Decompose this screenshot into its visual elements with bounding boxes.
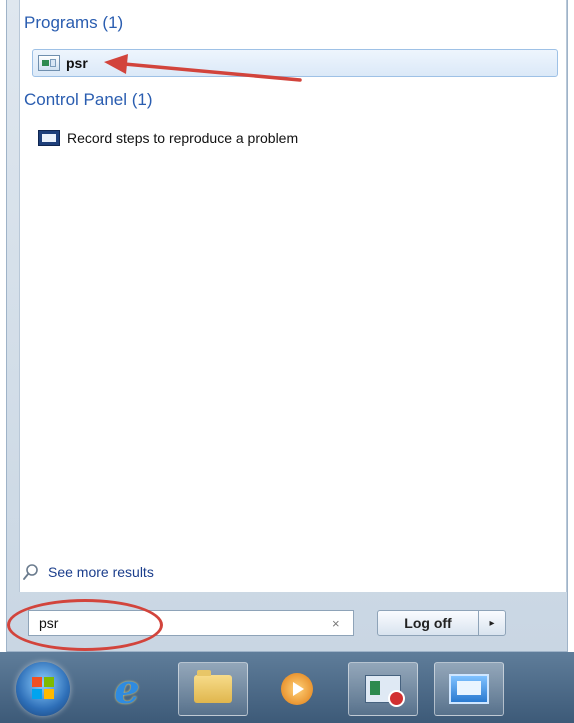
search-icon [23, 564, 38, 580]
power-button-group: Log off ▸ [377, 610, 506, 636]
see-more-results-label: See more results [48, 564, 154, 580]
search-input[interactable] [29, 614, 326, 632]
record-steps-icon [38, 130, 60, 146]
psr-icon [365, 675, 405, 707]
search-box[interactable]: × [28, 610, 354, 636]
see-more-results-link[interactable]: See more results [22, 563, 154, 581]
media-player-icon [281, 673, 313, 705]
power-options-arrow-icon[interactable]: ▸ [478, 611, 505, 635]
result-record-steps[interactable]: Record steps to reproduce a problem [32, 124, 298, 152]
clear-search-icon[interactable]: × [332, 616, 340, 631]
folder-icon [194, 670, 232, 703]
taskbar-media-player[interactable] [262, 662, 332, 716]
result-psr-label: psr [66, 55, 88, 71]
internet-explorer-icon: e [114, 665, 140, 713]
result-record-steps-label: Record steps to reproduce a problem [67, 130, 299, 146]
result-psr[interactable]: psr [32, 49, 558, 77]
psr-app-icon [38, 55, 60, 71]
remote-desktop-icon [449, 674, 489, 704]
taskbar-internet-explorer[interactable]: e [92, 662, 162, 716]
search-bar-row: × Log off ▸ [7, 596, 560, 652]
control-panel-group-header[interactable]: Control Panel (1) [24, 90, 153, 110]
taskbar-remote-desktop[interactable] [434, 662, 504, 716]
taskbar: e [0, 652, 574, 723]
programs-group-header[interactable]: Programs (1) [24, 13, 123, 33]
windows-orb-icon [16, 662, 70, 716]
taskbar-problem-steps-recorder[interactable] [348, 662, 418, 716]
taskbar-windows-explorer[interactable] [178, 662, 248, 716]
search-results-pane [19, 0, 567, 592]
start-orb-button[interactable] [8, 662, 78, 716]
log-off-button[interactable]: Log off [378, 611, 478, 635]
